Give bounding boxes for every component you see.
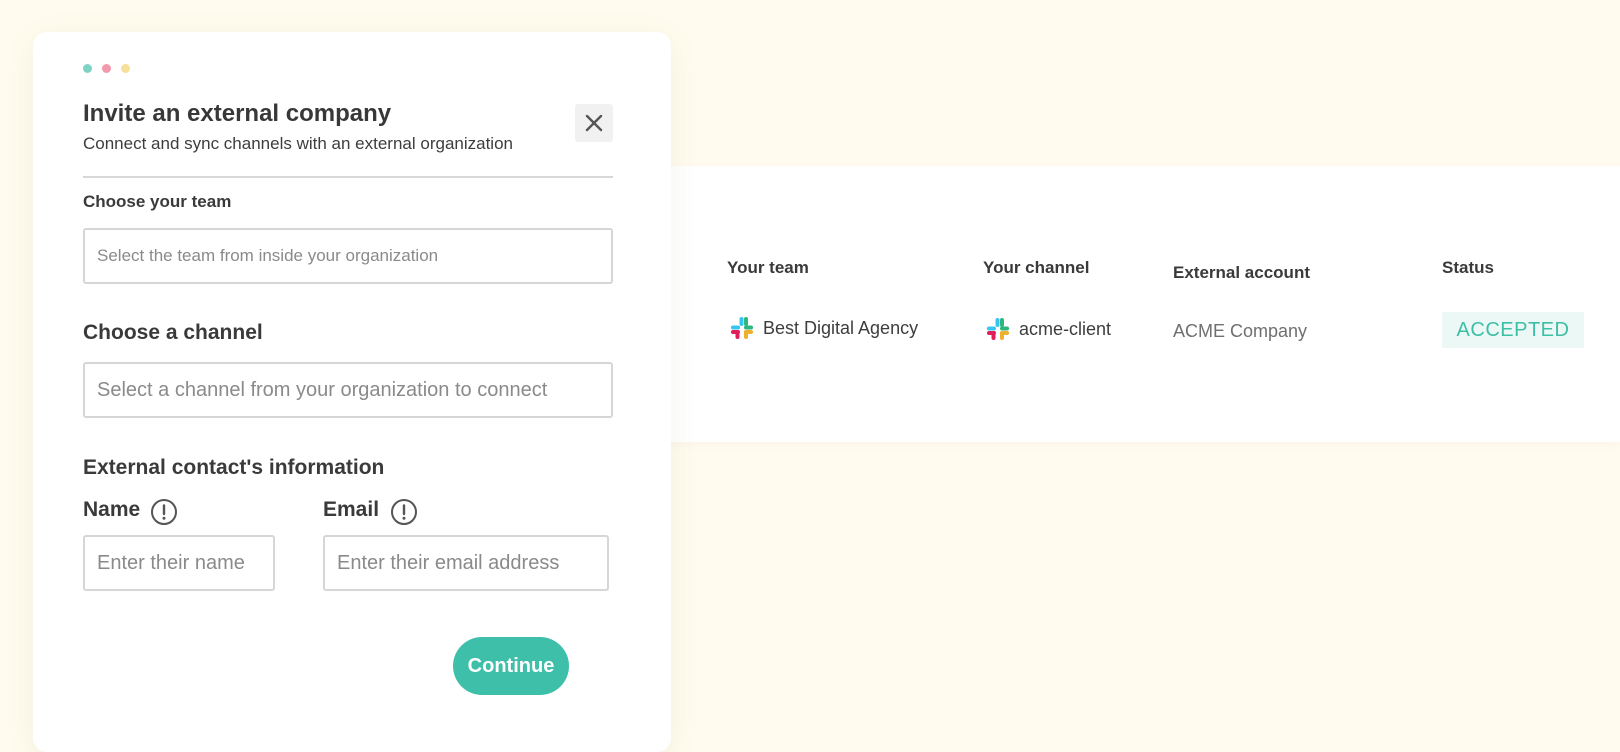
name-field[interactable] xyxy=(83,535,275,591)
modal-title: Invite an external company xyxy=(83,100,392,127)
window-dots xyxy=(83,64,130,73)
channel-select-input[interactable] xyxy=(83,362,613,418)
window-dot-yellow xyxy=(121,64,130,73)
column-header-your-team: Your team xyxy=(727,258,809,277)
channel-label: Choose a channel xyxy=(83,321,263,344)
window-dot-red xyxy=(102,64,111,73)
table-cell-channel: acme-client xyxy=(986,317,1111,341)
external-contact-heading: External contact's information xyxy=(83,456,385,479)
divider xyxy=(83,176,613,178)
table-cell-team: Best Digital Agency xyxy=(730,316,918,340)
external-connections-table: Your team Your channel External account … xyxy=(640,166,1620,442)
team-select-input[interactable] xyxy=(83,228,613,284)
column-header-your-channel: Your channel xyxy=(983,258,1090,277)
slack-icon xyxy=(987,318,1009,340)
table-cell-external-account: ACME Company xyxy=(1173,321,1307,342)
status-badge: ACCEPTED xyxy=(1442,312,1584,348)
window-dot-green xyxy=(83,64,92,73)
info-icon[interactable] xyxy=(391,499,417,525)
channel-name: acme-client xyxy=(1019,318,1112,339)
modal-subtitle: Connect and sync channels with an extern… xyxy=(83,134,513,153)
email-field[interactable] xyxy=(323,535,609,591)
column-header-status: Status xyxy=(1442,258,1494,277)
close-button[interactable] xyxy=(575,104,613,142)
invite-external-company-modal: Invite an external company Connect and s… xyxy=(33,32,671,752)
email-label: Email xyxy=(323,498,380,521)
slack-icon xyxy=(731,317,753,339)
name-label: Name xyxy=(83,498,141,521)
column-header-external-account: External account xyxy=(1173,263,1310,282)
continue-button[interactable]: Continue xyxy=(453,637,569,695)
close-icon xyxy=(585,114,603,132)
info-icon[interactable] xyxy=(151,499,177,525)
team-label: Choose your team xyxy=(83,192,232,211)
external-account-name: ACME Company xyxy=(1173,321,1308,341)
team-name: Best Digital Agency xyxy=(763,317,919,338)
